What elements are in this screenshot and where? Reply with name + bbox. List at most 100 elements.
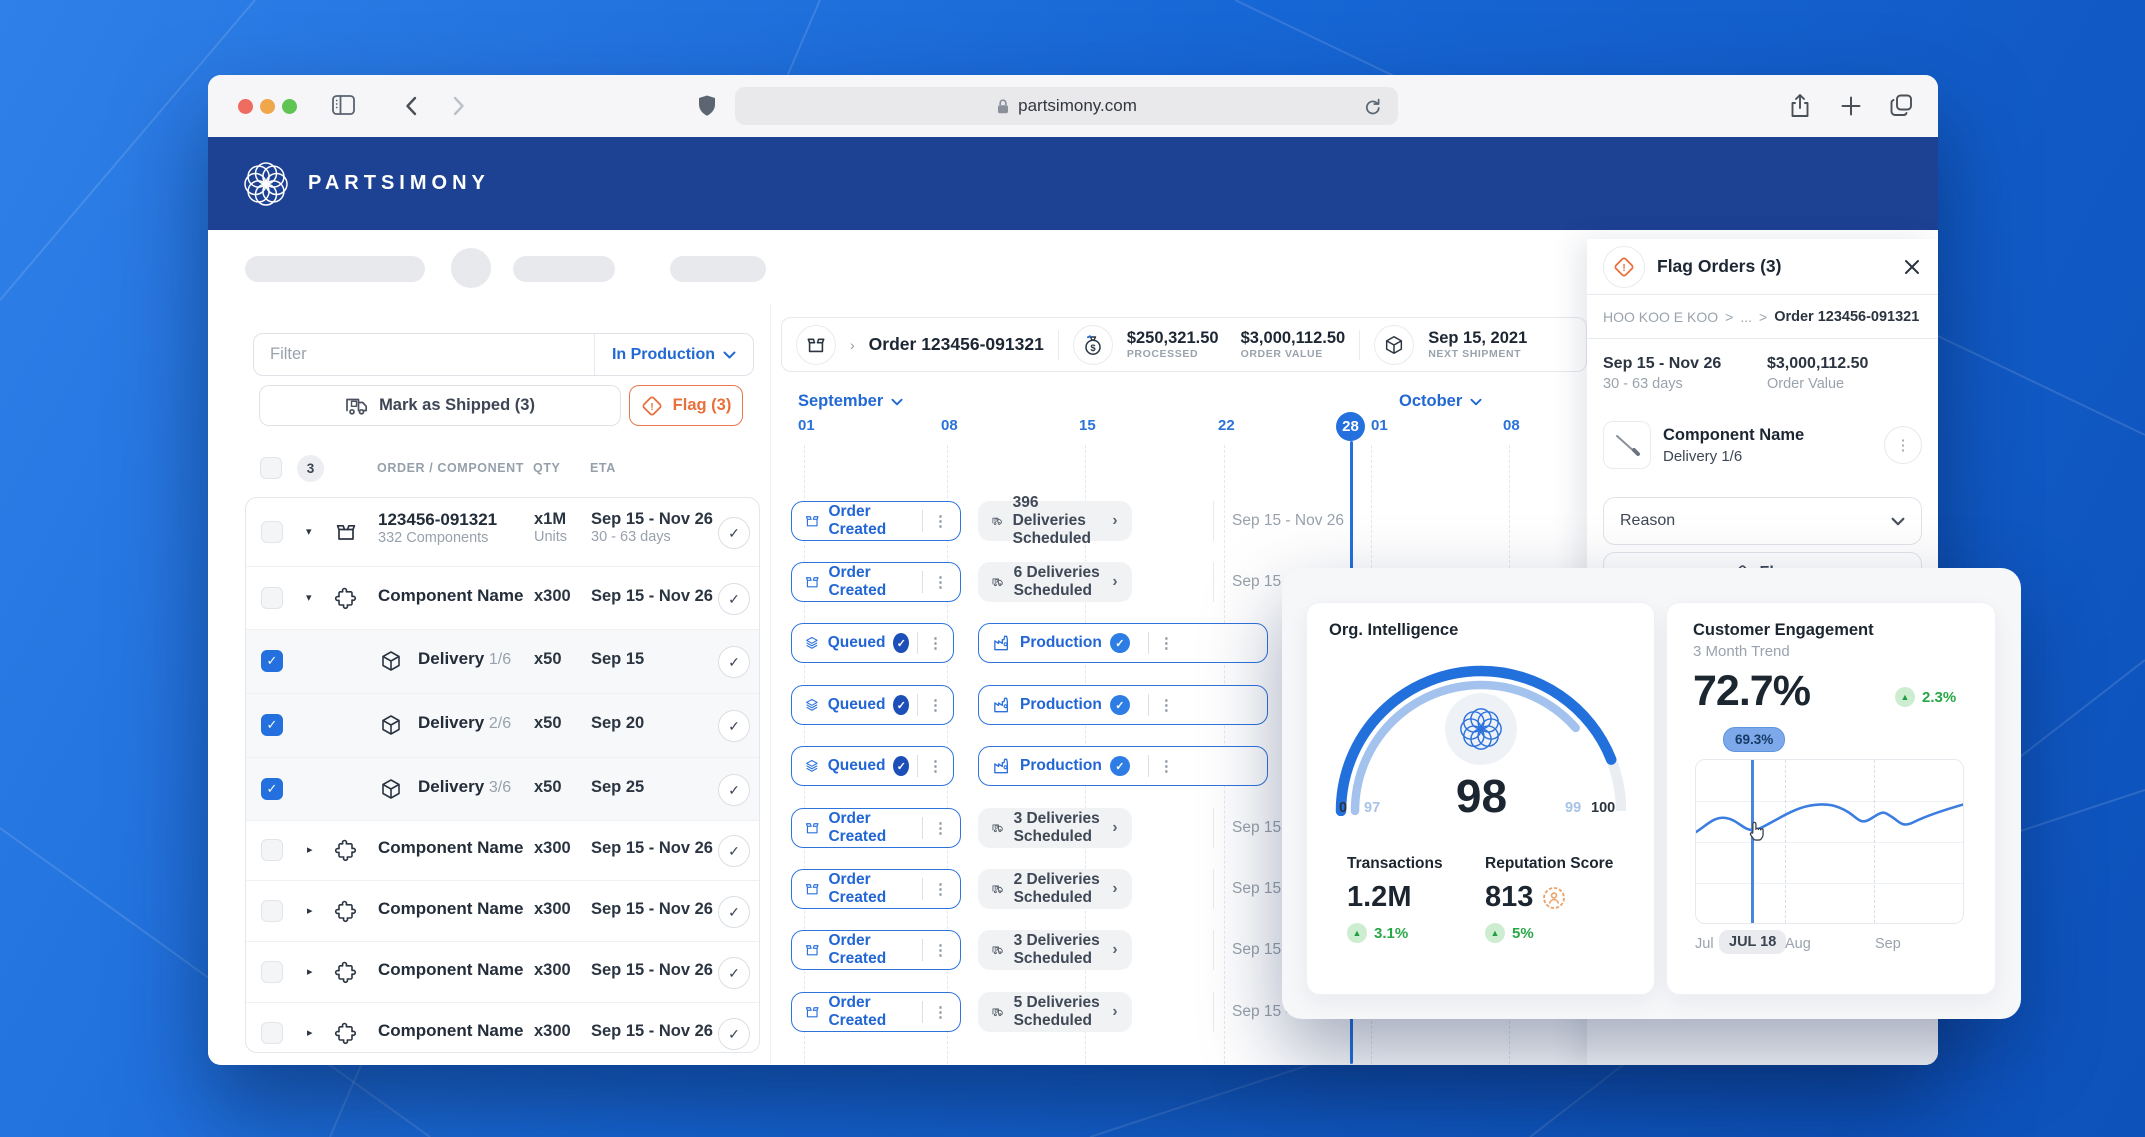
timeline-date[interactable]: 08 [1503,417,1520,434]
caret-right-icon[interactable]: ▸ [307,1026,313,1039]
kebab-icon[interactable]: ⋮ [1157,634,1176,652]
row-checkbox[interactable] [261,961,283,983]
tab-overview-icon[interactable] [1888,92,1915,119]
month-dropdown-september[interactable]: September [798,392,903,411]
table-row[interactable]: ✓ Delivery 2/6 x50 Sep 20 ✓ [246,694,759,758]
table-row[interactable]: ✓ Delivery 3/6 x50 Sep 25 ✓ [246,758,759,821]
filter-input[interactable] [254,345,594,364]
orders-panel: In Production Mark as Shipped (3) ! Flag… [245,304,760,1064]
close-icon[interactable] [1902,257,1922,277]
caret-right-icon[interactable]: ▸ [307,904,313,917]
order-created-pill[interactable]: Order Created ⋮ [791,869,961,909]
flag-icon: ! [1603,246,1645,288]
production-pill[interactable]: Production ✓ ⋮ [978,623,1268,663]
share-icon[interactable] [1788,92,1812,120]
zoom-traffic-light[interactable] [282,99,297,114]
table-row[interactable]: ✓ Delivery 1/6 x50 Sep 15 ✓ [246,630,759,694]
address-bar[interactable]: partsimony.com [735,87,1398,125]
caret-down-icon[interactable]: ▾ [306,525,312,538]
row-checkbox[interactable] [261,839,283,861]
component-menu-button[interactable]: ⋮ [1884,426,1922,464]
deliveries-scheduled-pill[interactable]: 6 Deliveries Scheduled › [978,562,1132,602]
layers-icon [804,756,820,776]
production-pill[interactable]: Production ✓ ⋮ [978,685,1268,725]
kebab-icon[interactable]: ⋮ [931,512,950,530]
row-checkbox-checked[interactable]: ✓ [261,650,283,672]
reason-dropdown[interactable]: Reason [1603,497,1922,545]
timeline-date[interactable]: 01 [798,417,815,434]
shield-icon[interactable] [696,93,718,119]
deliveries-scheduled-label: 3 Deliveries Scheduled [1014,810,1103,846]
caret-right-icon[interactable]: ▸ [307,843,313,856]
timeline-date[interactable]: 08 [941,417,958,434]
skeleton-pill [245,256,425,282]
row-checkbox-checked[interactable]: ✓ [261,714,283,736]
kebab-icon[interactable]: ⋮ [1157,696,1176,714]
sidebar-toggle-icon[interactable] [330,92,358,118]
kebab-icon[interactable]: ⋮ [926,757,945,775]
delivery-eta: Sep 15 [591,650,644,669]
close-traffic-light[interactable] [238,99,253,114]
row-checkbox-checked[interactable]: ✓ [261,778,283,800]
timeline-date[interactable]: 01 [1371,417,1388,434]
breadcrumb[interactable]: HOO KOO E KOO > ... > Order 123456-09132… [1587,294,1938,339]
month-dropdown-october[interactable]: October [1399,392,1482,411]
deliveries-scheduled-pill[interactable]: 2 Deliveries Scheduled › [978,869,1132,909]
timeline-date[interactable]: 15 [1079,417,1096,434]
deliveries-scheduled-pill[interactable]: 396 Deliveries Scheduled › [978,501,1132,541]
component-puzzle-icon [334,1021,358,1045]
order-created-pill[interactable]: Order Created ⋮ [791,562,961,602]
row-checkbox[interactable] [261,587,283,609]
deliveries-scheduled-pill[interactable]: 3 Deliveries Scheduled › [978,808,1132,848]
row-status-check: ✓ [718,896,750,928]
refresh-icon[interactable] [1363,97,1382,116]
table-row[interactable]: ▸ Component Name x300 Sep 15 - Nov 26 ✓ [246,942,759,1003]
forward-icon[interactable] [452,95,466,117]
production-pill[interactable]: Production ✓ ⋮ [978,746,1268,786]
new-tab-icon[interactable] [1840,95,1862,117]
deliveries-scheduled-pill[interactable]: 5 Deliveries Scheduled › [978,992,1132,1032]
order-created-pill[interactable]: Order Created ⋮ [791,930,961,970]
row-status-check: ✓ [718,710,750,742]
row-status-check: ✓ [718,517,750,549]
kebab-icon[interactable]: ⋮ [931,573,950,591]
back-icon[interactable] [404,95,418,117]
kebab-icon[interactable]: ⋮ [931,941,950,959]
kebab-icon[interactable]: ⋮ [931,819,950,837]
timeline-date-selected[interactable]: 28 [1336,412,1365,441]
order-created-pill[interactable]: Order Created ⋮ [791,992,961,1032]
kebab-icon[interactable]: ⋮ [926,634,945,652]
engagement-chart[interactable] [1695,759,1964,924]
order-qty-units: Units [534,529,567,545]
table-row[interactable]: ▾ Component Name x300 Sep 15 - Nov 26 ✓ [246,567,759,630]
month-label: October [1399,392,1462,411]
minimize-traffic-light[interactable] [260,99,275,114]
row-checkbox[interactable] [261,1022,283,1044]
row-checkbox[interactable] [261,900,283,922]
breadcrumb-ellipsis[interactable]: ... [1740,309,1752,325]
select-all-checkbox[interactable] [260,457,282,479]
breadcrumb-root[interactable]: HOO KOO E KOO [1603,309,1718,325]
kebab-icon[interactable]: ⋮ [931,1003,950,1021]
queued-pill[interactable]: Queued ✓ ⋮ [791,685,954,725]
status-filter-dropdown[interactable]: In Production [594,334,753,375]
table-row[interactable]: ▸ Component Name x300 Sep 15 - Nov 26 ✓ [246,821,759,881]
kebab-icon[interactable]: ⋮ [931,880,950,898]
row-checkbox[interactable] [261,521,283,543]
table-row[interactable]: ▸ Component Name x300 Sep 15 - Nov 26 ✓ [246,1003,759,1053]
caret-down-icon[interactable]: ▾ [306,591,312,604]
caret-right-icon[interactable]: ▸ [307,965,313,978]
kebab-icon[interactable]: ⋮ [1157,757,1176,775]
deliveries-scheduled-pill[interactable]: 3 Deliveries Scheduled › [978,930,1132,970]
table-row[interactable]: ▾ 123456-091321 332 Components x1M Units [246,498,759,567]
mark-as-shipped-button[interactable]: Mark as Shipped (3) [259,385,621,426]
order-created-pill[interactable]: Order Created ⋮ [791,501,961,541]
kebab-icon[interactable]: ⋮ [926,696,945,714]
reputation-badge-icon [1541,885,1567,911]
timeline-date[interactable]: 22 [1218,417,1235,434]
table-row[interactable]: ▸ Component Name x300 Sep 15 - Nov 26 ✓ [246,881,759,942]
queued-pill[interactable]: Queued ✓ ⋮ [791,623,954,663]
flag-selected-button[interactable]: ! Flag (3) [629,385,743,426]
order-created-pill[interactable]: Order Created ⋮ [791,808,961,848]
queued-pill[interactable]: Queued ✓ ⋮ [791,746,954,786]
